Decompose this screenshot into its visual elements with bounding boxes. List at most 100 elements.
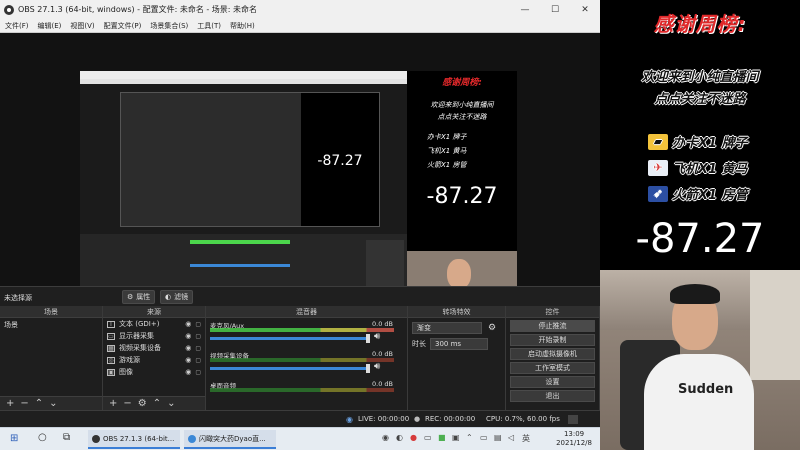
source-settings-icon[interactable]: ⚙ bbox=[138, 398, 147, 409]
source-item-game[interactable]: ◎ 游戏源 ◉ ▢ bbox=[103, 354, 205, 366]
taskbar-app-obs[interactable]: OBS 27.1.3 (64-bit... bbox=[88, 430, 180, 449]
menu-help[interactable]: 帮助(H) bbox=[230, 21, 255, 31]
volume-fader[interactable] bbox=[210, 367, 370, 370]
source-item-text[interactable]: T 文本 (GDI+) ◉ ▢ bbox=[103, 318, 205, 330]
eye-icon[interactable]: ◉ bbox=[185, 332, 191, 340]
rank-label: 飞机X1 黄马 bbox=[672, 162, 748, 177]
start-recording-button[interactable]: 开始录制 bbox=[510, 334, 595, 346]
speaker-icon[interactable]: 🔊︎ bbox=[374, 331, 380, 342]
properties-button[interactable]: ⚙ 属性 bbox=[122, 290, 156, 304]
fader-knob[interactable] bbox=[366, 334, 370, 343]
add-source-icon[interactable]: + bbox=[109, 398, 117, 409]
mixer-channel-mic: 麦克风/Aux 0.0 dB 🔊︎ bbox=[206, 318, 407, 348]
transition-select[interactable]: 渐变 bbox=[412, 322, 482, 334]
windows-start-icon[interactable]: ⊞ bbox=[10, 433, 18, 444]
move-up-icon[interactable]: ⌃ bbox=[153, 398, 161, 409]
taskbar-app-label: OBS 27.1.3 (64-bit... bbox=[103, 434, 175, 443]
webcam-window-light bbox=[750, 270, 800, 380]
channel-db: 0.0 dB bbox=[372, 350, 393, 358]
stop-streaming-button[interactable]: 停止推流 bbox=[510, 320, 595, 332]
source-item-video[interactable]: ▦ 视频采集设备 ◉ ▢ bbox=[103, 342, 205, 354]
tray-device-icon[interactable]: ▣ bbox=[452, 433, 460, 442]
rank-label: 办卡X1 牌子 bbox=[672, 136, 748, 151]
eye-icon[interactable]: ◉ bbox=[185, 356, 191, 364]
credit-card-icon: ▰ bbox=[648, 133, 668, 150]
source-label: 图像 bbox=[119, 368, 133, 376]
nested-welcome-1: 欢迎来到小纯直播间 bbox=[430, 101, 494, 109]
menu-scene-collection[interactable]: 场景集合(S) bbox=[150, 21, 188, 31]
source-toolbar: 未选择源 ⚙ 属性 ◐ 滤镜 bbox=[0, 286, 600, 306]
move-down-icon[interactable]: ⌄ bbox=[167, 398, 175, 409]
lock-icon[interactable]: ▢ bbox=[195, 321, 201, 328]
obs-window: OBS 27.1.3 (64-bit, windows) - 配置文件: 未命名… bbox=[0, 0, 600, 427]
rec-icon: ● bbox=[414, 415, 421, 423]
search-circle-icon[interactable]: ○ bbox=[38, 432, 47, 443]
window-title: OBS 27.1.3 (64-bit, windows) - 配置文件: 未命名… bbox=[18, 5, 258, 14]
filter-icon: ◐ bbox=[165, 293, 172, 301]
nested-number: -87.27 bbox=[301, 93, 379, 226]
rank-row-1: ▰ 办卡X1 牌子 bbox=[648, 132, 748, 151]
lock-icon[interactable]: ▢ bbox=[195, 333, 201, 340]
tray-gpu-icon[interactable]: ■ bbox=[438, 433, 446, 442]
tray-app-icon[interactable]: ◐ bbox=[396, 433, 403, 442]
preview-area[interactable]: -87.27 感谢周榜: 欢迎来到小纯直播间 点点关注不迷路 办卡X1 牌子 飞… bbox=[0, 33, 600, 318]
preview-canvas[interactable]: -87.27 感谢周榜: 欢迎来到小纯直播间 点点关注不迷路 办卡X1 牌子 飞… bbox=[80, 71, 517, 318]
transition-settings-icon[interactable]: ⚙ bbox=[488, 323, 496, 333]
tray-monitor-icon[interactable]: ▭ bbox=[480, 433, 488, 442]
eye-icon[interactable]: ◉ bbox=[185, 344, 191, 352]
scenes-header: 场景 bbox=[0, 306, 102, 318]
filters-button[interactable]: ◐ 滤镜 bbox=[160, 290, 194, 304]
tray-chevron-icon[interactable]: ⌃ bbox=[466, 433, 473, 442]
rec-time: REC: 00:00:00 bbox=[425, 415, 476, 423]
fader-knob[interactable] bbox=[366, 364, 370, 373]
title-bar[interactable]: OBS 27.1.3 (64-bit, windows) - 配置文件: 未命名… bbox=[0, 0, 600, 19]
close-button[interactable]: ✕ bbox=[570, 0, 600, 19]
task-view-icon[interactable]: ⧉ bbox=[63, 432, 70, 443]
remove-scene-icon[interactable]: − bbox=[20, 398, 28, 409]
tray-input-icon[interactable]: 英 bbox=[522, 433, 530, 444]
tray-antivirus-icon[interactable]: ● bbox=[410, 433, 417, 442]
overlay-number: -87.27 bbox=[635, 216, 765, 262]
settings-button[interactable]: 设置 bbox=[510, 376, 595, 388]
menu-edit[interactable]: 编辑(E) bbox=[38, 21, 62, 31]
cpu-fps: CPU: 0.7%, 60.00 fps bbox=[486, 415, 560, 423]
volume-fader[interactable] bbox=[210, 337, 370, 340]
minimize-button[interactable]: — bbox=[510, 0, 540, 19]
docks: 场景 场景 + − ⌃ ⌄ 来源 T 文本 (GDI+) ◉ ▢ ▭ 显示器采集… bbox=[0, 306, 600, 410]
lock-icon[interactable]: ▢ bbox=[195, 357, 201, 364]
tray-network-icon[interactable]: ▤ bbox=[494, 433, 502, 442]
menu-tools[interactable]: 工具(T) bbox=[197, 21, 221, 31]
text-icon: T bbox=[107, 320, 115, 328]
source-label: 游戏源 bbox=[119, 356, 140, 364]
tray-volume-icon[interactable]: ◁ bbox=[508, 433, 514, 442]
menu-file[interactable]: 文件(F) bbox=[5, 21, 29, 31]
move-up-icon[interactable]: ⌃ bbox=[35, 398, 43, 409]
duration-input[interactable]: 300 ms bbox=[430, 338, 488, 350]
exit-button[interactable]: 退出 bbox=[510, 390, 595, 402]
start-virtual-camera-button[interactable]: 启动虚拟摄像机 bbox=[510, 348, 595, 360]
speaker-icon[interactable]: 🔊︎ bbox=[374, 361, 380, 372]
eye-icon[interactable]: ◉ bbox=[185, 368, 191, 376]
tray-record-icon[interactable]: ◉ bbox=[382, 433, 389, 442]
lock-icon[interactable]: ▢ bbox=[195, 369, 201, 376]
system-clock[interactable]: 13:09 2021/12/8 bbox=[556, 430, 592, 448]
transition-type-row: 渐变 ⚙ bbox=[408, 318, 505, 334]
menu-profile[interactable]: 配置文件(P) bbox=[104, 21, 142, 31]
menu-view[interactable]: 视图(V) bbox=[70, 21, 94, 31]
move-down-icon[interactable]: ⌄ bbox=[49, 398, 57, 409]
lock-icon[interactable]: ▢ bbox=[195, 345, 201, 352]
taskbar-app-browser[interactable]: 闪瞰突大药Dyao直... bbox=[184, 430, 276, 449]
tray-window-icon[interactable]: ▭ bbox=[424, 433, 432, 442]
studio-mode-button[interactable]: 工作室模式 bbox=[510, 362, 595, 374]
sources-footer: + − ⚙ ⌃ ⌄ bbox=[103, 396, 205, 410]
eye-icon[interactable]: ◉ bbox=[185, 320, 191, 328]
webcam-feed: Sudden bbox=[600, 270, 800, 450]
remove-source-icon[interactable]: − bbox=[123, 398, 131, 409]
maximize-button[interactable]: ☐ bbox=[540, 0, 570, 19]
source-item-image[interactable]: ▣ 图像 ◉ ▢ bbox=[103, 366, 205, 378]
source-item-display[interactable]: ▭ 显示器采集 ◉ ▢ bbox=[103, 330, 205, 342]
mixer-dock: 混音器 麦克风/Aux 0.0 dB 🔊︎ 视频采集设备 0.0 dB 🔊︎ 桌… bbox=[206, 306, 408, 410]
add-scene-icon[interactable]: + bbox=[6, 398, 14, 409]
nested-inner-preview: -87.27 bbox=[120, 92, 380, 227]
scene-item[interactable]: 场景 bbox=[0, 318, 102, 332]
